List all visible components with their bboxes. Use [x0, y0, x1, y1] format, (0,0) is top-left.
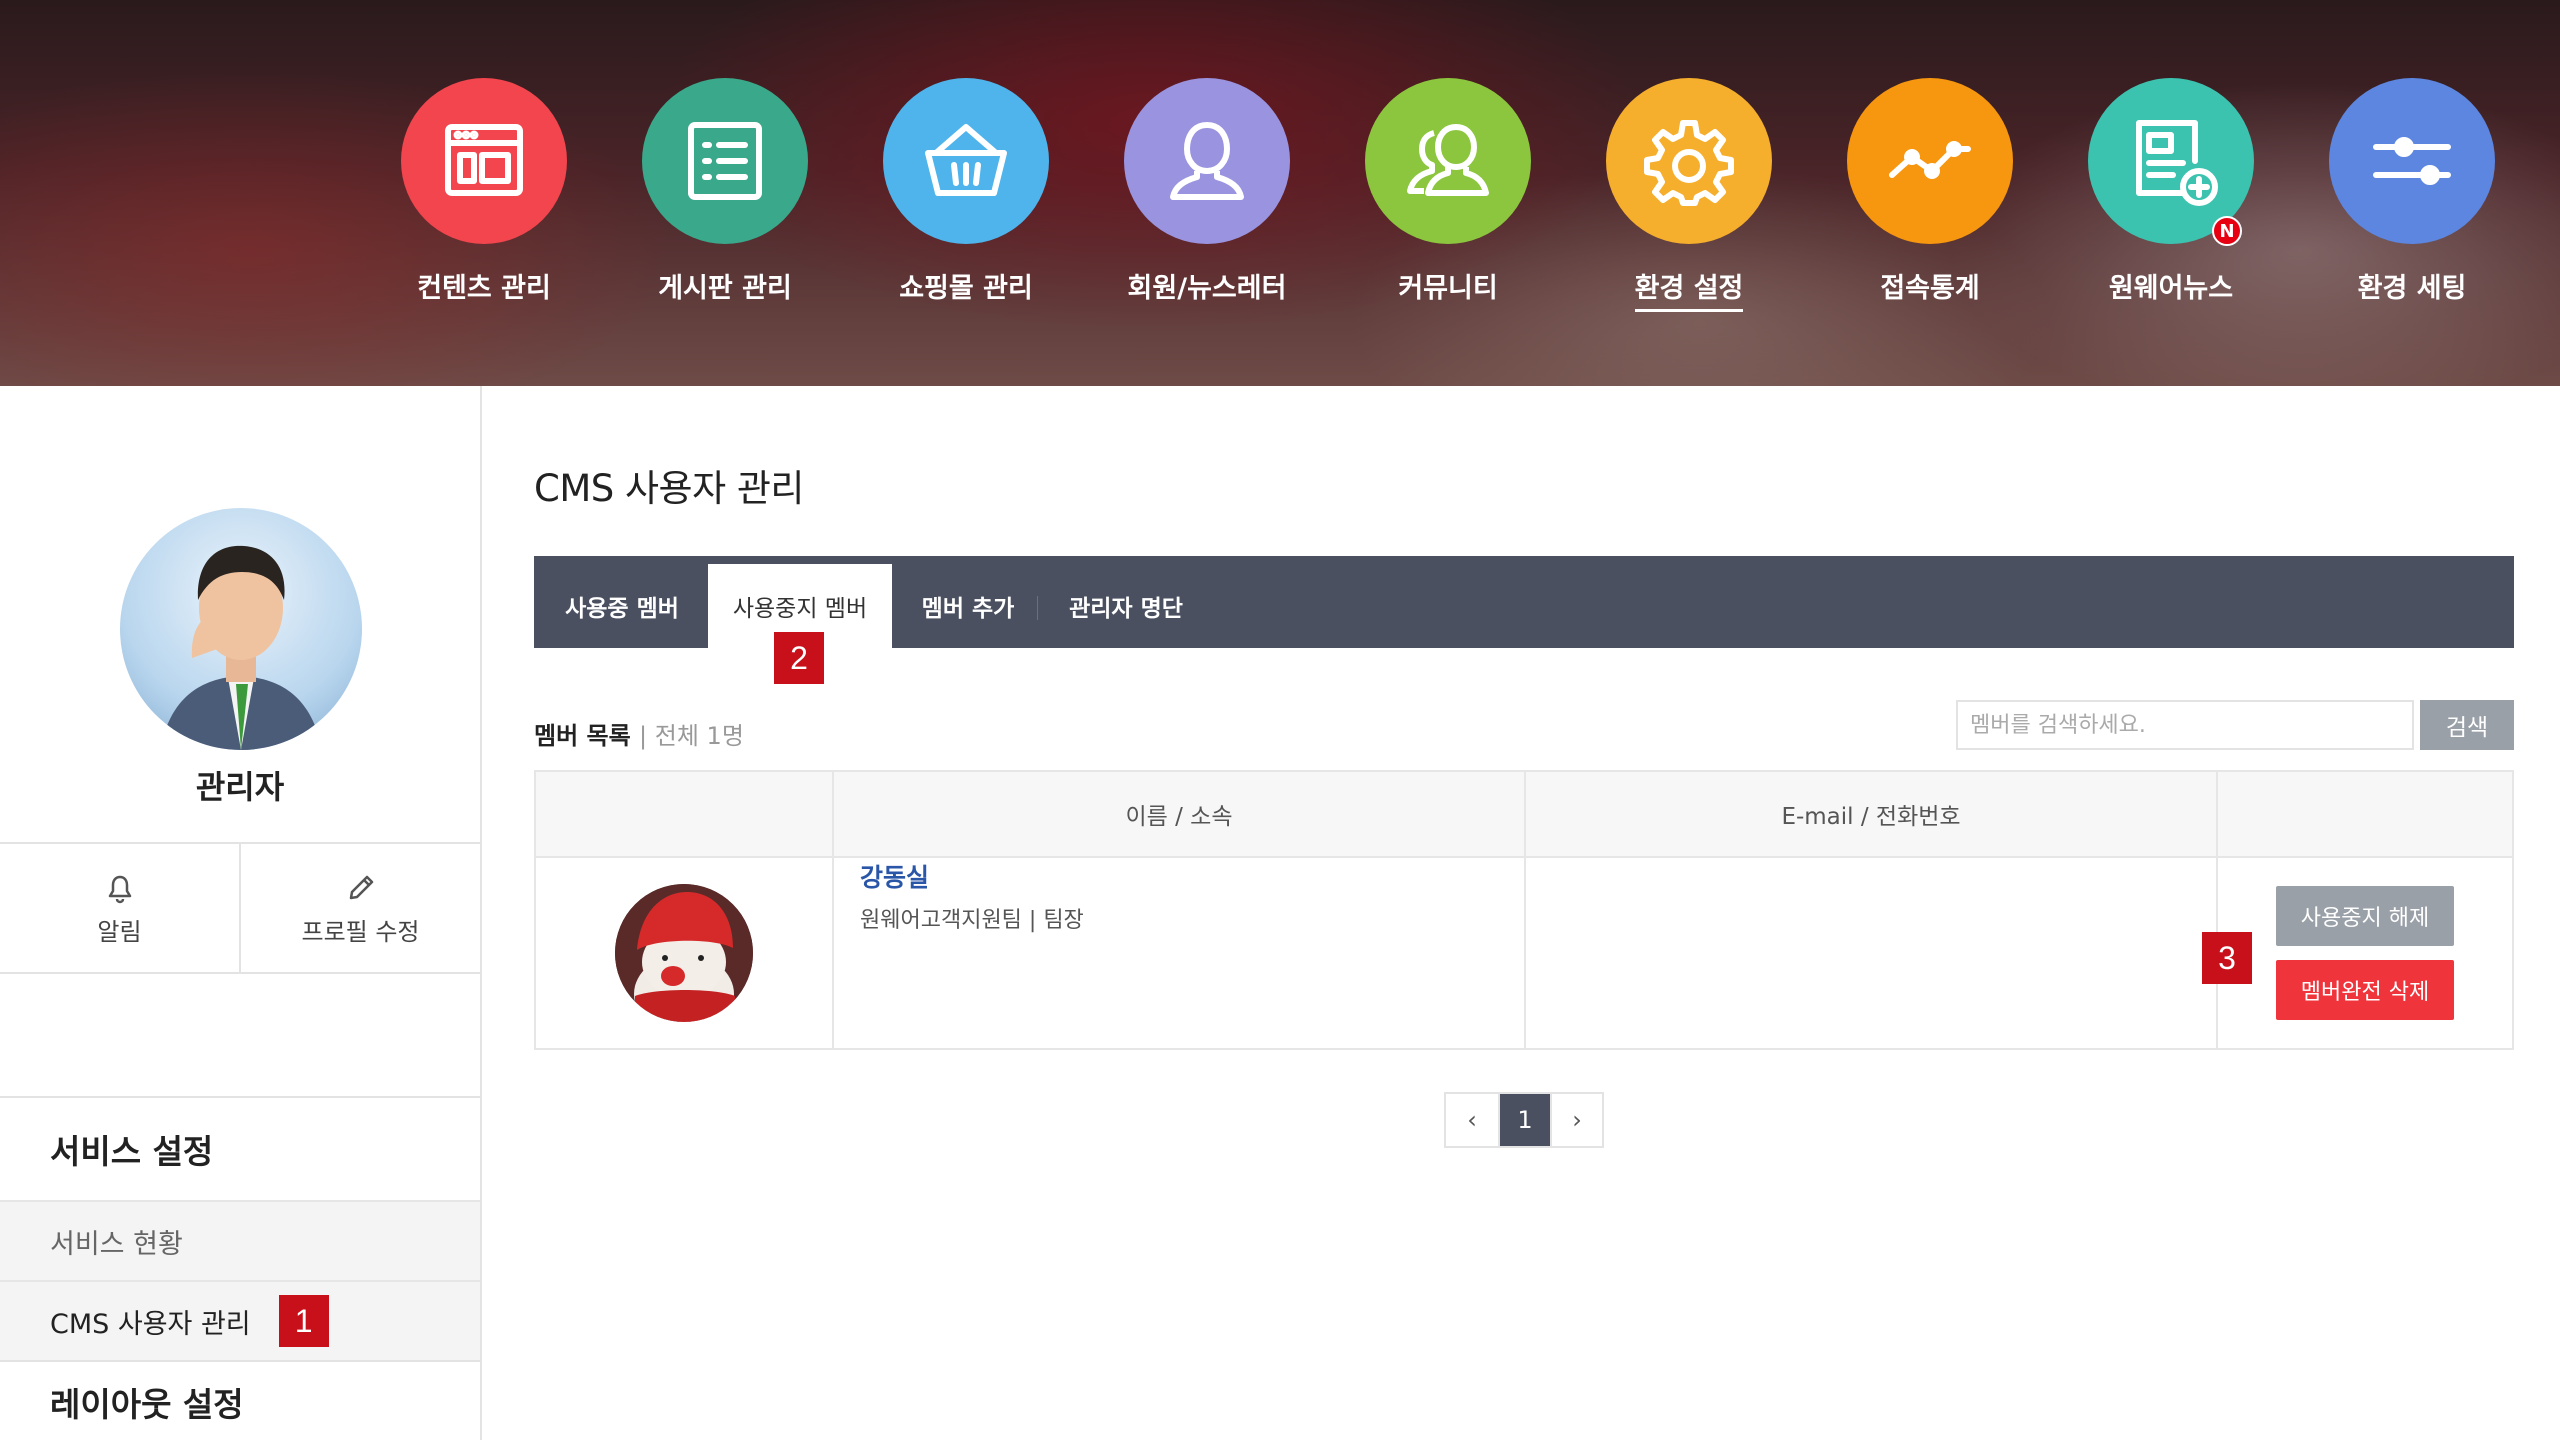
service-settings-label: 서비스 설정: [50, 1132, 214, 1171]
nav-shop-management[interactable]: 쇼핑몰 관리: [881, 78, 1051, 309]
unsuspend-button[interactable]: 사용중지 해제: [2276, 886, 2454, 946]
member-info-cell: 강동실 원웨어고객지원팀 | 팀장: [832, 858, 1524, 1048]
avatar: [120, 508, 362, 750]
nav-oneware-news[interactable]: N 원웨어뉴스: [2086, 78, 2256, 309]
nav-label: 게시판 관리: [658, 273, 792, 304]
nav-label: 쇼핑몰 관리: [899, 273, 1033, 304]
edit-profile-button[interactable]: 프로필 수정: [239, 844, 480, 972]
member-avatar-cell: [536, 858, 832, 1048]
next-page-button[interactable]: ›: [1550, 1094, 1602, 1146]
nav-label: 환경 세팅: [2357, 273, 2467, 304]
profile-quick-actions: 알림 프로필 수정: [0, 842, 480, 974]
edit-profile-label: 프로필 수정: [301, 917, 420, 946]
news-add-icon: N: [2088, 78, 2254, 246]
pagination: ‹ 1 ›: [1444, 1092, 1604, 1148]
member-name-link[interactable]: 강동실: [860, 858, 929, 894]
nav-access-statistics[interactable]: 접속통계: [1845, 78, 2015, 309]
layout-icon: [401, 78, 567, 244]
header-name-dept: 이름 / 소속: [832, 772, 1524, 856]
member-list-title: 멤버 목록: [534, 722, 631, 750]
table-header: 이름 / 소속 E-mail / 전화번호: [536, 772, 2512, 858]
profile-name: 관리자: [195, 768, 285, 806]
top-banner: 컨텐츠 관리 게시판 관리 쇼핑몰 관리 회원/뉴스레터 커뮤니티 환경 설정 …: [0, 0, 2560, 386]
page-title: CMS 사용자 관리: [534, 467, 804, 510]
nav-settings[interactable]: 환경 설정: [1604, 78, 1774, 312]
layout-settings-heading[interactable]: 레이아웃 설정: [0, 1360, 480, 1440]
service-settings-heading[interactable]: 서비스 설정: [0, 1096, 480, 1200]
nav-label: 접속통계: [1880, 273, 1980, 304]
page-1-button[interactable]: 1: [1498, 1094, 1550, 1146]
tab-label: 사용중 멤버: [565, 596, 679, 622]
step-marker-1: 1: [278, 1295, 329, 1347]
sidebar-item-label: 서비스 현황: [50, 1228, 183, 1260]
step-marker-3: 3: [2202, 932, 2252, 984]
basket-icon: [883, 78, 1049, 244]
tab-label: 관리자 명단: [1069, 596, 1183, 622]
delete-member-button[interactable]: 멤버완전 삭제: [2276, 960, 2454, 1020]
nav-board-management[interactable]: 게시판 관리: [640, 78, 810, 309]
prev-page-button[interactable]: ‹: [1446, 1094, 1498, 1146]
step-marker-2: 2: [774, 632, 824, 684]
member-list-label: 멤버 목록 | 전체 1명: [534, 716, 744, 751]
tab-label: 멤버 추가: [921, 596, 1015, 622]
member-table: 이름 / 소속 E-mail / 전화번호 강동실 원웨어고객지원팀 | 팀장: [534, 770, 2514, 1050]
member-contact-cell: [1524, 858, 2216, 1048]
table-row: 강동실 원웨어고객지원팀 | 팀장 3 사용중지 해제 멤버완전 삭제: [536, 858, 2512, 1048]
nav-label: 원웨어뉴스: [2108, 273, 2234, 304]
users-icon: [1365, 78, 1531, 244]
pencil-icon: [349, 875, 373, 899]
sidebar: 관리자 알림 프로필 수정 서비스 설정 서비스 현황 CMS 사용자 관리 1…: [0, 386, 482, 1440]
nav-community[interactable]: 커뮤니티: [1363, 78, 1533, 309]
gear-icon: [1606, 78, 1772, 244]
layout-settings-label: 레이아웃 설정: [50, 1385, 244, 1424]
tab-admin-list[interactable]: 관리자 명단: [1044, 564, 1208, 648]
nav-environment-setup[interactable]: 환경 세팅: [2327, 78, 2497, 309]
member-avatar: [615, 884, 753, 1022]
nav-label: 커뮤니티: [1398, 273, 1498, 304]
member-search-input[interactable]: [1956, 700, 2414, 750]
member-count: | 전체 1명: [639, 722, 744, 750]
line-chart-icon: [1847, 78, 2013, 244]
sidebar-item-service-status[interactable]: 서비스 현황: [0, 1200, 480, 1280]
user-icon: [1124, 78, 1290, 244]
search-button[interactable]: 검색: [2420, 700, 2514, 750]
nav-label: 회원/뉴스레터: [1127, 273, 1287, 304]
nav-label: 환경 설정: [1634, 266, 1744, 312]
sidebar-item-cms-user-management[interactable]: CMS 사용자 관리 1: [0, 1280, 480, 1360]
list-board-icon: [642, 78, 808, 244]
nav-content-management[interactable]: 컨텐츠 관리: [399, 78, 569, 309]
notification-button[interactable]: 알림: [0, 844, 239, 972]
tab-divider: [1037, 596, 1038, 620]
nav-label: 컨텐츠 관리: [417, 273, 551, 304]
sliders-icon: [2329, 78, 2495, 244]
tab-active-members[interactable]: 사용중 멤버: [534, 564, 710, 648]
header-actions: [2216, 772, 2512, 856]
bell-icon: [108, 875, 131, 903]
member-actions-cell: 3 사용중지 해제 멤버완전 삭제: [2202, 858, 2512, 1048]
tab-label: 사용중지 멤버: [732, 596, 868, 622]
sidebar-item-label: CMS 사용자 관리: [50, 1308, 251, 1340]
member-dept: 원웨어고객지원팀 | 팀장: [860, 908, 1084, 933]
tab-bar: 사용중 멤버 사용중지 멤버 멤버 추가 관리자 명단: [534, 556, 2514, 648]
new-badge: N: [2212, 216, 2242, 246]
notification-label: 알림: [97, 917, 142, 946]
header-email-phone: E-mail / 전화번호: [1524, 772, 2216, 856]
tab-add-member[interactable]: 멤버 추가: [892, 564, 1044, 648]
nav-member-newsletter[interactable]: 회원/뉴스레터: [1122, 78, 1292, 309]
header-avatar: [536, 772, 832, 856]
